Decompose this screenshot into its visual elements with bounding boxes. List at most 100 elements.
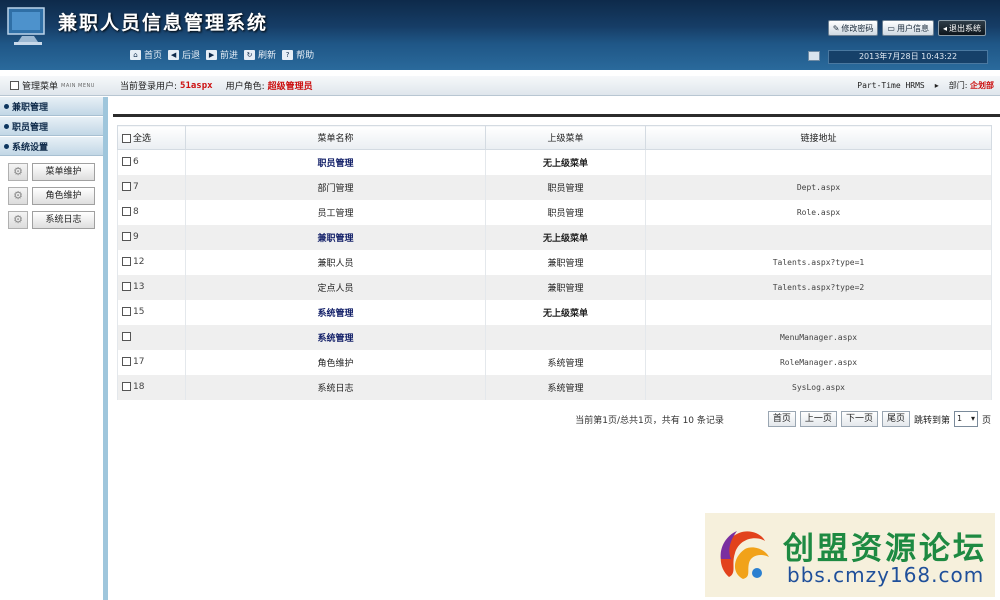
parent-menu-cell: 职员管理 (485, 199, 646, 225)
change-password-button[interactable]: ✎ 修改密码 (827, 20, 879, 36)
menu-table-body: 6 职员管理 无上级菜单 7 部门管理 职员管理 Dept.aspx 8 员工管理 职员管理 Rol… (117, 149, 992, 400)
row-id: 13 (133, 282, 145, 292)
nav-forward[interactable]: ▶ 前进 (206, 48, 238, 61)
current-user: 51aspx (180, 80, 213, 91)
help-icon: ? (282, 49, 294, 60)
link-url-cell: Talents.aspx?type=1 (645, 249, 992, 275)
parent-menu-cell (485, 324, 646, 350)
dept-value: 企划部 (970, 81, 994, 90)
select-all-header[interactable]: 全选 (117, 125, 186, 150)
link-url-cell: Dept.aspx (645, 174, 992, 200)
sidebar-group-label: 系统设置 (12, 142, 49, 153)
link-url-header: 链接地址 (645, 125, 992, 150)
row-checkbox[interactable] (122, 257, 131, 266)
sidebar-item-menu-maintain: ⚙ 菜单维护 (8, 163, 95, 181)
first-page-button[interactable]: 首页 (767, 411, 796, 427)
parent-menu-cell: 兼职管理 (485, 249, 646, 275)
menu-name-cell[interactable]: 职员管理 (185, 149, 486, 175)
row-checkbox[interactable] (122, 307, 131, 316)
menu-name-cell[interactable]: 兼职人员 (185, 249, 486, 275)
menu-name-cell[interactable]: 角色维护 (185, 349, 486, 375)
table-row: 系统管理 MenuManager.aspx (117, 324, 992, 350)
link-url-cell: MenuManager.aspx (645, 324, 992, 350)
watermark-text: 创盟资源论坛 (783, 531, 987, 567)
row-id: 15 (133, 307, 145, 317)
row-checkbox[interactable] (122, 357, 131, 366)
menu-name-cell[interactable]: 部门管理 (185, 174, 486, 200)
app-header: 兼职人员信息管理系统 ✎ 修改密码 ▭ 用户信息 ◂ 退出系统 ⌂ 首页 ◀ 后… (0, 0, 1000, 70)
top-button-group: ✎ 修改密码 ▭ 用户信息 ◂ 退出系统 (827, 20, 986, 36)
row-id: 12 (133, 257, 145, 267)
row-select-cell: 17 (117, 349, 186, 375)
parent-menu-cell: 系统管理 (485, 374, 646, 400)
row-id: 18 (133, 382, 145, 392)
nav-help[interactable]: ? 帮助 (282, 48, 314, 61)
parent-menu-cell: 无上级菜单 (485, 149, 646, 175)
prev-page-button[interactable]: 上一页 (799, 411, 837, 427)
watermark: 创盟资源论坛 bbs.cmzy168.com (705, 513, 995, 597)
sidebar-submenu: ⚙ 菜单维护 ⚙ 角色维护 ⚙ 系统日志 (0, 157, 103, 229)
table-row: 8 员工管理 职员管理 Role.aspx (117, 199, 992, 225)
row-checkbox[interactable] (122, 182, 131, 191)
user-info-button[interactable]: ▭ 用户信息 (882, 20, 934, 36)
next-page-button[interactable]: 下一页 (840, 411, 878, 427)
menu-maintain-button[interactable]: 菜单维护 (32, 163, 95, 181)
menu-name-cell[interactable]: 员工管理 (185, 199, 486, 225)
nav-back[interactable]: ◀ 后退 (168, 48, 200, 61)
link-url-cell: Talents.aspx?type=2 (645, 274, 992, 300)
dept-arrow-icon: ▸ (934, 81, 939, 90)
row-id: 6 (133, 157, 139, 168)
row-select-cell (117, 324, 186, 350)
menu-table: 全选 菜单名称 上级菜单 链接地址 6 职员管理 无上级菜单 7 部门管理 职员管理 Dep… (117, 125, 992, 400)
menu-name-cell[interactable]: 定点人员 (185, 274, 486, 300)
menu-sub-label: MAIN MENU (61, 82, 95, 89)
table-row: 9 兼职管理 无上级菜单 (117, 224, 992, 250)
row-select-cell: 15 (117, 299, 186, 325)
refresh-icon: ↻ (244, 49, 256, 60)
menu-name-cell[interactable]: 系统日志 (185, 374, 486, 400)
info-right: Part-Time HRMS ▸ 部门: 企划部 (857, 80, 994, 91)
menu-name-cell[interactable]: 兼职管理 (185, 224, 486, 250)
sidebar-group-parttime[interactable]: 兼职管理 (0, 97, 103, 116)
menu-name-cell[interactable]: 系统管理 (185, 324, 486, 350)
last-page-button[interactable]: 尾页 (881, 411, 910, 427)
row-checkbox[interactable] (122, 232, 131, 241)
nav-back-label: 后退 (182, 51, 201, 61)
link-url-cell: SysLog.aspx (645, 374, 992, 400)
home-icon: ⌂ (130, 49, 141, 60)
nav-help-label: 帮助 (296, 51, 315, 61)
row-id: 17 (133, 357, 145, 367)
parent-menu-cell: 职员管理 (485, 174, 646, 200)
table-row: 18 系统日志 系统管理 SysLog.aspx (117, 374, 992, 400)
row-select-cell: 9 (117, 224, 186, 250)
link-url-cell (645, 299, 992, 325)
user-role: 超级管理员 (267, 82, 313, 92)
row-checkbox[interactable] (122, 157, 131, 167)
nav-refresh[interactable]: ↻ 刷新 (244, 48, 276, 61)
select-all-checkbox[interactable] (122, 134, 131, 143)
parent-menu-cell: 无上级菜单 (485, 224, 646, 250)
sidebar-group-staff[interactable]: 职员管理 (0, 117, 103, 136)
row-checkbox[interactable] (122, 332, 131, 341)
datetime-display: 2013年7月28日 10:43:22 (828, 50, 988, 64)
menu-name-cell[interactable]: 系统管理 (185, 299, 486, 325)
monitor-logo-icon (7, 7, 45, 45)
user-icon: ▭ (887, 23, 895, 33)
watermark-url: bbs.cmzy168.com (787, 563, 985, 587)
sidebar-item-role-maintain: ⚙ 角色维护 (8, 187, 95, 205)
menu-toggle[interactable]: 管理菜单 MAIN MENU (10, 79, 120, 92)
table-row: 6 职员管理 无上级菜单 (117, 149, 992, 175)
parent-menu-cell: 系统管理 (485, 349, 646, 375)
page-select[interactable]: 1 (953, 411, 978, 427)
table-row: 17 角色维护 系统管理 RoleManager.aspx (117, 349, 992, 375)
row-id: 7 (133, 182, 139, 192)
row-checkbox[interactable] (122, 282, 131, 291)
row-checkbox[interactable] (122, 382, 131, 391)
exit-icon: ◂ (942, 23, 947, 33)
exit-system-button[interactable]: ◂ 退出系统 (937, 20, 986, 36)
nav-home[interactable]: ⌂ 首页 (130, 48, 162, 61)
row-checkbox[interactable] (122, 207, 131, 216)
sidebar-group-settings[interactable]: 系统设置 (0, 137, 103, 156)
system-log-button[interactable]: 系统日志 (32, 211, 95, 229)
role-maintain-button[interactable]: 角色维护 (32, 187, 95, 205)
